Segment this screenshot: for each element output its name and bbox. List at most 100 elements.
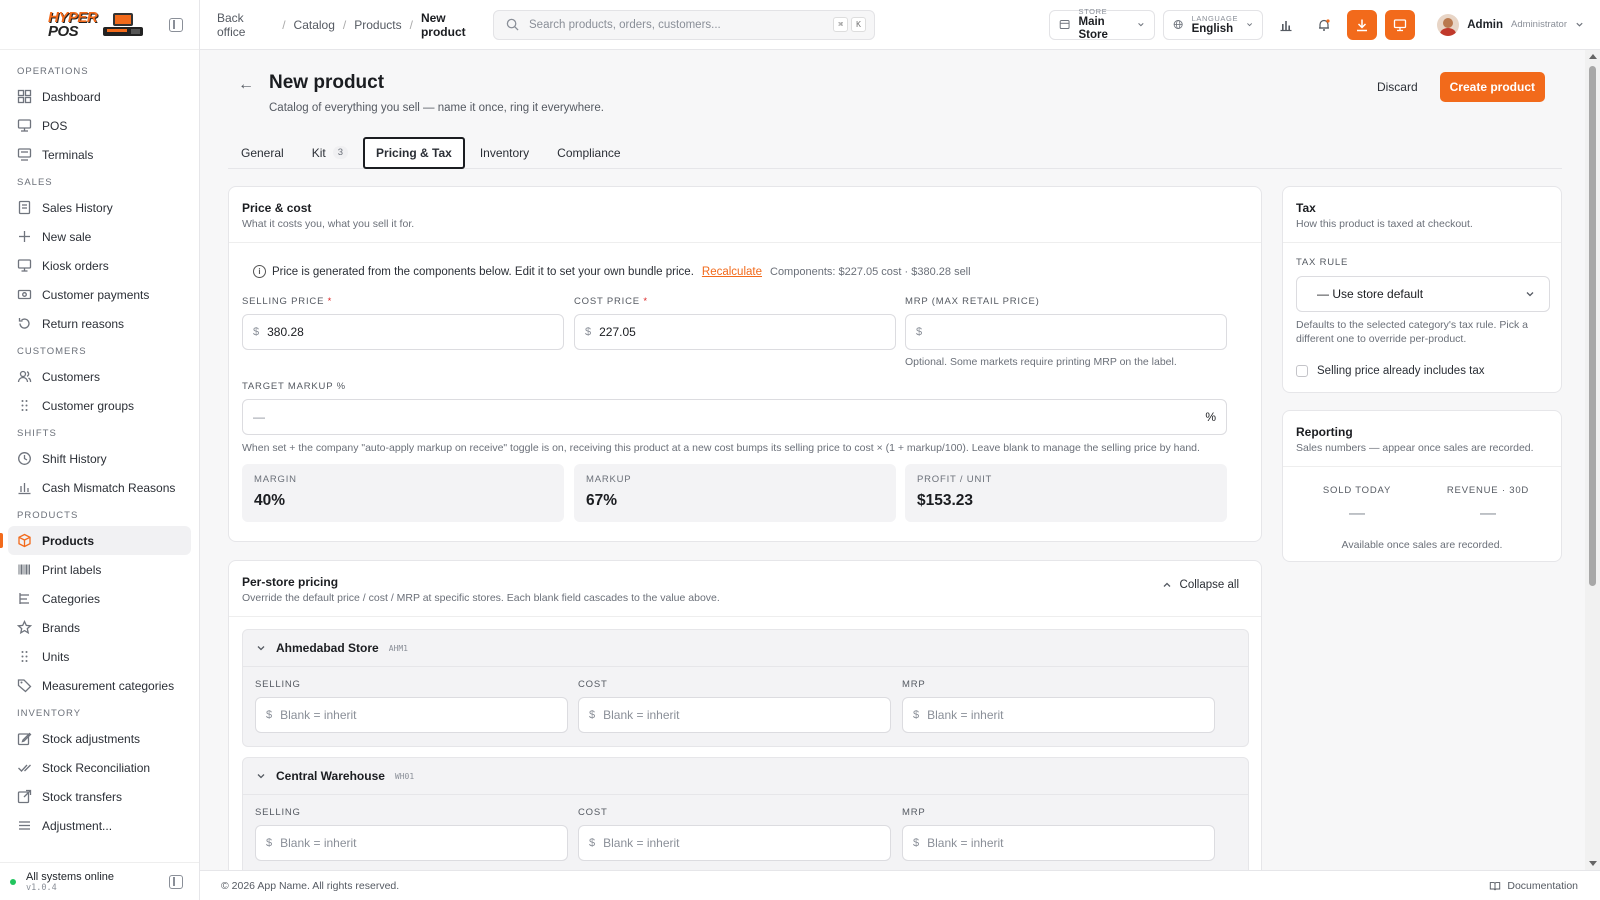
store-header[interactable]: Central Warehouse WH01 bbox=[256, 769, 414, 783]
pos-terminal-icon bbox=[17, 118, 32, 133]
system-status: All systems online v1.0.4 bbox=[0, 862, 199, 900]
sidebar-item-kiosk-orders[interactable]: Kiosk orders bbox=[8, 251, 191, 280]
sidebar-item-products[interactable]: Products bbox=[0, 526, 191, 555]
kbd-k: K bbox=[851, 17, 866, 32]
info-icon: i bbox=[253, 265, 266, 278]
collapse-all-button[interactable]: Collapse all bbox=[1162, 579, 1239, 591]
selling-price-input[interactable]: $ 380.28 bbox=[242, 314, 564, 350]
breadcrumb-products[interactable]: Products bbox=[354, 18, 401, 32]
breadcrumb-catalog[interactable]: Catalog bbox=[294, 18, 335, 32]
store-header[interactable]: Ahmedabad Store AHM1 bbox=[256, 641, 408, 655]
sidebar-item-return-reasons[interactable]: Return reasons bbox=[8, 309, 191, 338]
sidebar-item-customer-groups[interactable]: Customer groups bbox=[8, 391, 191, 420]
store-name: Central Warehouse bbox=[276, 769, 385, 783]
sidebar-collapse-icon[interactable] bbox=[169, 17, 183, 32]
generated-price-notice: i Price is generated from the components… bbox=[253, 265, 971, 278]
sidebar-item-stock-adjustments[interactable]: Stock adjustments bbox=[8, 724, 191, 753]
sidebar-item-shift-history[interactable]: Shift History bbox=[8, 444, 191, 473]
download-button[interactable] bbox=[1347, 9, 1378, 40]
stat-value: 67% bbox=[586, 492, 618, 509]
mrp-input[interactable]: $ bbox=[905, 314, 1227, 350]
cost-label: COST bbox=[578, 679, 608, 690]
store-cost-input[interactable]: $ Blank = inherit bbox=[578, 697, 891, 733]
scroll-thumb[interactable] bbox=[1589, 66, 1596, 586]
nav-section-title: PRODUCTS bbox=[17, 510, 79, 521]
sidebar-item-label: Products bbox=[42, 533, 95, 548]
tab-general[interactable]: General bbox=[228, 137, 297, 169]
per-store-pricing-card: Per-store pricing Override the default p… bbox=[228, 560, 1262, 870]
search-input[interactable]: Search products, orders, customers... bbox=[529, 19, 721, 31]
scroll-up-icon[interactable] bbox=[1589, 54, 1597, 59]
sidebar-item-stock-transfers[interactable]: Stock transfers bbox=[8, 782, 191, 811]
discard-button[interactable]: Discard bbox=[1368, 73, 1427, 101]
app-footer: © 2026 App Name. All rights reserved. Do… bbox=[200, 870, 1600, 900]
store-selling-input[interactable]: $ Blank = inherit bbox=[255, 697, 568, 733]
divider bbox=[243, 666, 1248, 667]
recalculate-link[interactable]: Recalculate bbox=[702, 266, 762, 278]
sidebar-item-dashboard[interactable]: Dashboard bbox=[8, 82, 191, 111]
grip-icon bbox=[17, 398, 32, 413]
sidebar-item-categories[interactable]: Categories bbox=[8, 584, 191, 613]
sidebar-item-terminals[interactable]: Terminals bbox=[8, 140, 191, 169]
store-cost-input[interactable]: $ Blank = inherit bbox=[578, 825, 891, 861]
language-picker[interactable]: LANGUAGE English bbox=[1163, 9, 1264, 40]
breadcrumb-back-office[interactable]: Back office bbox=[217, 11, 274, 39]
divider bbox=[243, 794, 1248, 795]
store-picker[interactable]: STORE Main Store bbox=[1049, 7, 1156, 41]
card-header: Tax How this product is taxed at checkou… bbox=[1283, 187, 1561, 243]
create-product-button[interactable]: Create product bbox=[1439, 72, 1545, 102]
global-search[interactable]: Search products, orders, customers... ⌘ … bbox=[493, 9, 875, 40]
sidebar-item-customers[interactable]: Customers bbox=[8, 362, 191, 391]
tax-rule-select[interactable]: — Use store default bbox=[1296, 276, 1550, 312]
target-markup-input[interactable]: — % bbox=[242, 399, 1227, 435]
main-scrollbar[interactable] bbox=[1585, 50, 1600, 870]
store-mrp-input[interactable]: $ Blank = inherit bbox=[902, 697, 1215, 733]
store-mrp-input[interactable]: $ Blank = inherit bbox=[902, 825, 1215, 861]
sidebar-item-pos[interactable]: POS bbox=[8, 111, 191, 140]
includes-tax-checkbox[interactable]: Selling price already includes tax bbox=[1296, 365, 1484, 377]
tab-inventory[interactable]: Inventory bbox=[467, 137, 542, 169]
card-header: Price & cost What it costs you, what you… bbox=[229, 187, 1261, 243]
sidebar-item-stock-reconciliation[interactable]: Stock Reconciliation bbox=[8, 753, 191, 782]
checkbox-box[interactable] bbox=[1296, 365, 1308, 377]
store-pricing-block: Central Warehouse WH01 SELLING $ Blank = … bbox=[242, 757, 1249, 870]
reports-button[interactable] bbox=[1271, 10, 1301, 40]
nav-section-title: CUSTOMERS bbox=[17, 346, 87, 357]
store-selling-input[interactable]: $ Blank = inherit bbox=[255, 825, 568, 861]
store-code: AHM1 bbox=[388, 643, 408, 653]
sidebar-item-label: Adjustment... bbox=[42, 818, 113, 833]
card-title: Tax bbox=[1296, 201, 1316, 215]
tab-kit[interactable]: Kit 3 bbox=[299, 137, 361, 169]
sidebar-item-cash-mismatch-reasons[interactable]: Cash Mismatch Reasons bbox=[8, 473, 191, 502]
sidebar-item-new-sale[interactable]: New sale bbox=[8, 222, 191, 251]
sidebar-item-label: Customers bbox=[42, 369, 101, 384]
sidebar-item-print-labels[interactable]: Print labels bbox=[8, 555, 191, 584]
pos-launch-button[interactable] bbox=[1385, 9, 1416, 40]
notifications-button[interactable] bbox=[1309, 10, 1339, 40]
store-name: Ahmedabad Store bbox=[276, 641, 379, 655]
sidebar-item-adjustment[interactable]: Adjustment... bbox=[8, 811, 191, 840]
documentation-label: Documentation bbox=[1507, 879, 1578, 892]
sidebar-item-units[interactable]: Units bbox=[8, 642, 191, 671]
kiosk-icon bbox=[17, 258, 32, 273]
selling-label: SELLING bbox=[255, 679, 301, 690]
sidebar-item-label: Kiosk orders bbox=[42, 258, 109, 273]
app-logo[interactable]: HYPER POS bbox=[48, 8, 145, 40]
book-icon bbox=[1490, 881, 1501, 890]
logo-wordmark: HYPER POS bbox=[48, 8, 98, 40]
sidebar-toggle-icon[interactable] bbox=[169, 874, 183, 889]
tab-pricing-tax[interactable]: Pricing & Tax bbox=[363, 136, 465, 169]
scroll-down-icon[interactable] bbox=[1589, 861, 1597, 866]
sidebar-item-customer-payments[interactable]: Customer payments bbox=[8, 280, 191, 309]
documentation-link[interactable]: Documentation bbox=[1489, 880, 1578, 892]
cost-price-input[interactable]: $ 227.05 bbox=[574, 314, 896, 350]
sidebar-item-sales-history[interactable]: Sales History bbox=[8, 193, 191, 222]
tab-count-badge: 3 bbox=[332, 146, 349, 159]
sidebar-nav: OPERATIONS Dashboard POS Terminals SALES Sale… bbox=[0, 50, 199, 862]
sidebar-item-measurement-categories[interactable]: Measurement categories bbox=[8, 671, 191, 700]
user-menu[interactable]: Admin Administrator bbox=[1437, 13, 1584, 36]
card-description: Override the default price / cost / MRP … bbox=[242, 592, 720, 604]
tab-compliance[interactable]: Compliance bbox=[544, 137, 633, 169]
sidebar-item-brands[interactable]: Brands bbox=[8, 613, 191, 642]
back-arrow-icon[interactable]: ← bbox=[238, 76, 254, 94]
